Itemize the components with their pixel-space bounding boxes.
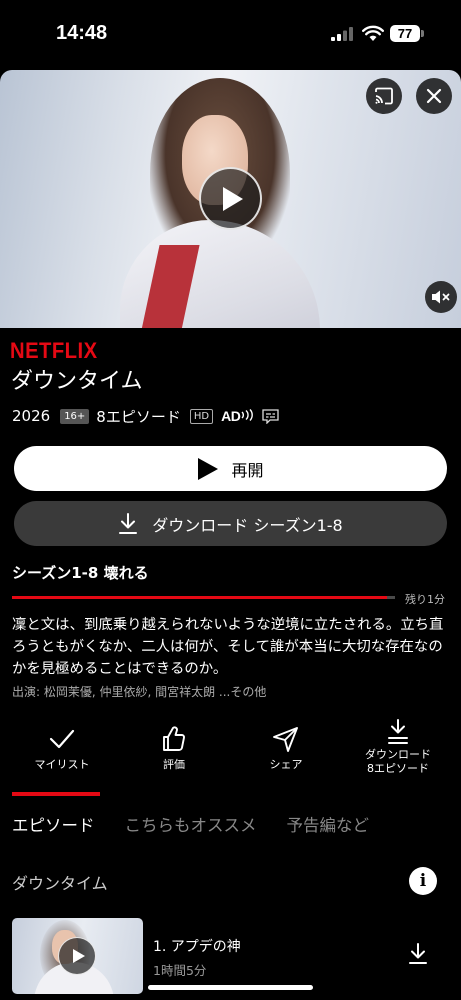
close-icon [426, 88, 442, 104]
page-title: ダウンタイム [11, 369, 143, 394]
watch-progress-bar [12, 596, 395, 599]
download-icon [119, 512, 138, 534]
tab-bar: エピソード こちらもオススメ 予告編など [12, 812, 399, 835]
share-icon [273, 727, 298, 752]
tab-episodes[interactable]: エピソード [12, 812, 95, 835]
hd-badge: HD [189, 408, 214, 424]
status-bar: 14:48 77 [0, 0, 461, 68]
download-season-button[interactable]: ダウンロード シーズン1-8 [14, 501, 447, 546]
time-remaining: 残り1分 [405, 593, 445, 606]
tab-recommendations[interactable]: こちらもオススメ [125, 812, 257, 835]
episode-count: 8エピソード [96, 407, 181, 426]
play-icon [223, 187, 243, 211]
rate-button[interactable]: 評価 [124, 718, 224, 788]
rate-label: 評価 [163, 758, 185, 771]
battery-icon: 77 [390, 25, 420, 42]
subtitles-icon [262, 408, 279, 424]
release-year: 2026 [12, 407, 51, 425]
season-label: ダウンタイム [12, 874, 108, 893]
share-label: シェア [269, 758, 303, 771]
status-time: 14:48 [56, 22, 108, 44]
maturity-rating-badge: 16+ [60, 408, 90, 424]
episode-title: 1. アプデの神 [153, 939, 241, 955]
resume-button[interactable]: 再開 [14, 446, 447, 491]
my-list-label: マイリスト [34, 758, 90, 771]
download-episodes-sublabel: 8エピソード [367, 762, 429, 775]
active-tab-indicator [12, 792, 100, 796]
play-icon [73, 949, 85, 963]
play-trailer-button[interactable] [199, 167, 262, 230]
episode-play-button[interactable] [58, 937, 96, 975]
wifi-icon [362, 25, 384, 41]
action-bar: マイリスト 評価 シェア ダウンロード 8エピソード [0, 718, 461, 788]
download-icon [388, 719, 408, 744]
title-metadata: 2026 16+ 8エピソード HD AD [12, 405, 279, 427]
cast-list[interactable]: 出演: 松岡茉優, 仲里依紗, 間宮祥太朗 ...その他 [12, 683, 266, 700]
cast-icon [375, 87, 393, 105]
download-season-label: ダウンロード シーズン1-8 [152, 515, 343, 535]
my-list-button[interactable]: マイリスト [12, 718, 112, 788]
download-icon[interactable] [407, 942, 429, 966]
resume-label: 再開 [231, 460, 264, 480]
audio-description-waves-icon [241, 409, 254, 421]
battery-tip [421, 30, 424, 37]
watch-progress-fill [12, 596, 388, 599]
current-episode-title: シーズン1-8 壊れる [12, 564, 149, 582]
home-indicator[interactable] [148, 985, 313, 990]
trailer-player[interactable] [0, 70, 461, 328]
cellular-signal-icon [331, 27, 353, 41]
episode-thumbnail[interactable] [12, 918, 143, 994]
audio-description-badge: AD [221, 408, 254, 424]
tab-trailers[interactable]: 予告編など [287, 812, 370, 835]
audio-description-label: AD [221, 408, 241, 424]
download-episodes-button[interactable]: ダウンロード 8エピソード [348, 718, 448, 788]
play-icon [198, 457, 219, 480]
thumbs-up-icon [163, 726, 185, 751]
share-button[interactable]: シェア [236, 718, 336, 788]
netflix-logo: NETFLIX [10, 338, 98, 363]
mute-button[interactable] [425, 281, 457, 313]
episode-duration: 1時間5分 [153, 963, 207, 978]
title-detail-sheet: NETFLIX ダウンタイム 2026 16+ 8エピソード HD AD 再開 … [0, 70, 461, 1000]
close-button[interactable] [416, 78, 452, 114]
check-icon [49, 729, 75, 749]
mute-icon [432, 290, 450, 304]
download-episodes-label: ダウンロード [365, 748, 431, 761]
info-icon[interactable]: i [409, 867, 437, 895]
episode-row[interactable]: 1. アプデの神 1時間5分 [12, 918, 449, 994]
cast-button[interactable] [366, 78, 402, 114]
synopsis: 凜と文は、到底乗り越えられないような逆境に立たされる。立ち直ろうともがくなか、二… [12, 617, 444, 677]
